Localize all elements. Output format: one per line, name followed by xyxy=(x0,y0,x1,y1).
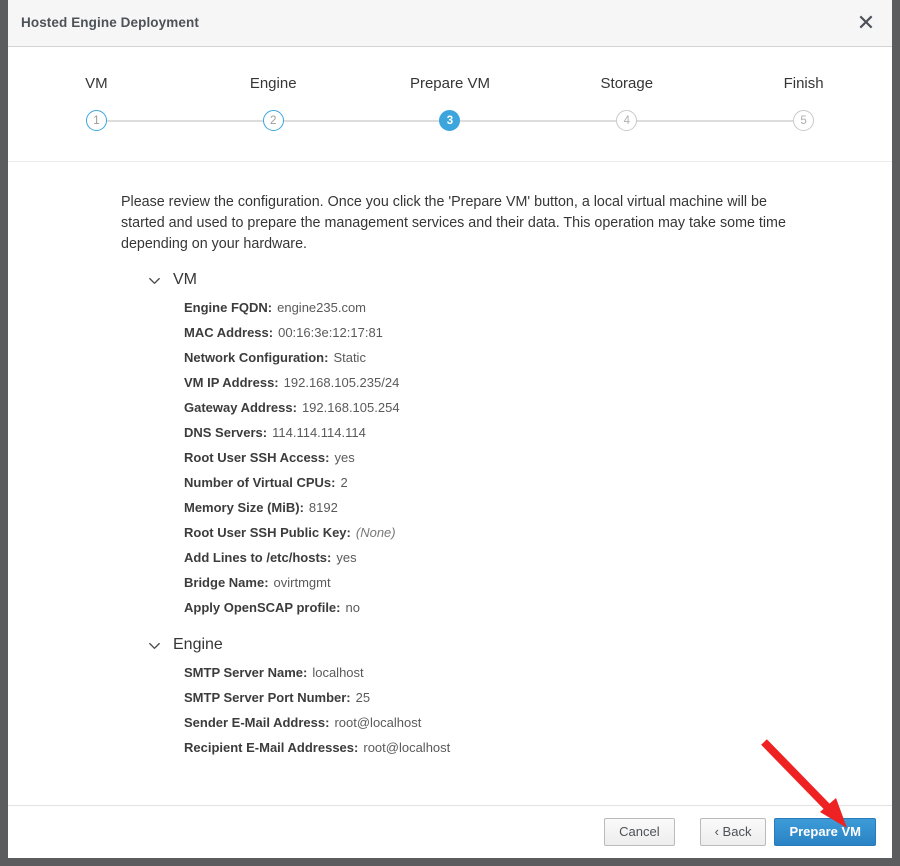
detail-value: root@localhost xyxy=(334,715,422,730)
wizard-step-cell-1: 1 xyxy=(8,110,274,131)
wizard-step-cell-5: 5 xyxy=(715,110,892,131)
detail-value: localhost xyxy=(312,665,364,680)
detail-row: Memory Size (MiB): 8192 xyxy=(184,495,892,520)
window-frame: Hosted Engine Deployment ✕ VM Engine Pre… xyxy=(0,0,900,866)
review-instructions: Please review the configuration. Once yo… xyxy=(121,194,786,252)
section-vm-header[interactable]: VM xyxy=(147,271,892,289)
detail-value: Static xyxy=(333,350,366,365)
detail-value: (None) xyxy=(355,525,396,540)
section-vm-title: VM xyxy=(173,271,197,288)
detail-row: SMTP Server Port Number: 25 xyxy=(184,685,892,710)
section-engine-header[interactable]: Engine xyxy=(147,636,892,654)
section-vm-details: Engine FQDN: engine235.com MAC Address: 00… xyxy=(184,295,892,620)
detail-row: Network Configuration: Static xyxy=(184,345,892,370)
wizard-step-cell-3: 3 xyxy=(362,110,627,131)
detail-row: VM IP Address: 192.168.105.235/24 xyxy=(184,370,892,395)
detail-value: 00:16:3e:12:17:81 xyxy=(278,325,383,340)
detail-label: SMTP Server Port Number: xyxy=(184,690,351,705)
detail-value: engine235.com xyxy=(277,300,367,315)
detail-value: 25 xyxy=(355,690,371,705)
section-vm: VM Engine FQDN: engine235.com MAC Address… xyxy=(147,271,892,620)
cancel-button[interactable]: Cancel xyxy=(604,818,675,846)
detail-label: Gateway Address: xyxy=(184,400,297,415)
wizard-step-circle-storage[interactable]: 4 xyxy=(616,110,638,131)
wizard-step-cell-4: 4 xyxy=(538,110,804,131)
detail-value: 114.114.114.114 xyxy=(272,425,366,440)
detail-label: Engine FQDN: xyxy=(184,300,273,315)
detail-value: ovirtmgmt xyxy=(273,575,331,590)
detail-label: Root User SSH Public Key: xyxy=(184,525,351,540)
detail-label: VM IP Address: xyxy=(184,375,279,390)
detail-value: root@localhost xyxy=(363,740,451,755)
close-icon[interactable]: ✕ xyxy=(852,10,880,38)
detail-value: no xyxy=(345,600,360,615)
wizard-step-label-storage: Storage xyxy=(600,75,654,92)
wizard-step-cell-2: 2 xyxy=(185,110,450,131)
detail-label: MAC Address: xyxy=(184,325,274,340)
detail-value: yes xyxy=(334,450,355,465)
detail-row: Root User SSH Public Key: (None) xyxy=(184,520,892,545)
detail-row: Add Lines to /etc/hosts: yes xyxy=(184,545,892,570)
wizard-step-track: 1 2 3 4 5 xyxy=(8,110,892,131)
wizard-step-circle-engine[interactable]: 2 xyxy=(262,110,284,131)
section-engine-title: Engine xyxy=(173,636,223,653)
wizard-step-label-engine: Engine xyxy=(249,75,297,92)
prepare-vm-button[interactable]: Prepare VM xyxy=(774,818,876,846)
chevron-down-icon xyxy=(147,273,162,288)
detail-label: Number of Virtual CPUs: xyxy=(184,475,336,490)
detail-row: Engine FQDN: engine235.com xyxy=(184,295,892,320)
detail-row: Root User SSH Access: yes xyxy=(184,445,892,470)
detail-row: MAC Address: 00:16:3e:12:17:81 xyxy=(184,320,892,345)
detail-row: Number of Virtual CPUs: 2 xyxy=(184,470,892,495)
back-button[interactable]: ‹ Back xyxy=(699,818,767,846)
detail-value: 2 xyxy=(340,475,348,490)
detail-label: Root User SSH Access: xyxy=(184,450,330,465)
detail-label: Network Configuration: xyxy=(184,350,329,365)
wizard-step-circle-finish[interactable]: 5 xyxy=(793,110,815,131)
hosted-engine-deployment-dialog: Hosted Engine Deployment ✕ VM Engine Pre… xyxy=(8,0,892,858)
detail-label: Add Lines to /etc/hosts: xyxy=(184,550,332,565)
detail-row: Gateway Address: 192.168.105.254 xyxy=(184,395,892,420)
detail-label: DNS Servers: xyxy=(184,425,268,440)
detail-value: 192.168.105.235/24 xyxy=(283,375,400,390)
detail-row: Apply OpenSCAP profile: no xyxy=(184,595,892,620)
detail-label: SMTP Server Name: xyxy=(184,665,308,680)
page-title: Hosted Engine Deployment xyxy=(21,15,199,30)
dialog-footer: Cancel ‹ Back Prepare VM xyxy=(8,805,892,858)
wizard-step-label-finish: Finish xyxy=(783,75,824,92)
detail-row: Sender E-Mail Address: root@localhost xyxy=(184,710,892,735)
detail-label: Apply OpenSCAP profile: xyxy=(184,600,341,615)
detail-row: SMTP Server Name: localhost xyxy=(184,660,892,685)
wizard-steps: VM Engine Prepare VM Storage Finish 1 2 … xyxy=(8,47,892,162)
wizard-step-label-prepare-vm: Prepare VM xyxy=(409,75,491,92)
section-engine-details: SMTP Server Name: localhost SMTP Server P… xyxy=(184,660,892,760)
wizard-step-label-vm: VM xyxy=(85,75,108,92)
detail-row: Bridge Name: ovirtmgmt xyxy=(184,570,892,595)
detail-label: Recipient E-Mail Addresses: xyxy=(184,740,359,755)
wizard-step-labels: VM Engine Prepare VM Storage Finish xyxy=(8,75,892,92)
detail-value: 8192 xyxy=(308,500,338,515)
detail-row: Recipient E-Mail Addresses: root@localhos… xyxy=(184,735,892,760)
dialog-header: Hosted Engine Deployment ✕ xyxy=(8,0,892,47)
chevron-down-icon xyxy=(147,638,162,653)
detail-label: Memory Size (MiB): xyxy=(184,500,304,515)
section-engine: Engine SMTP Server Name: localhost SMTP S… xyxy=(147,636,892,760)
detail-label: Bridge Name: xyxy=(184,575,269,590)
detail-value: yes xyxy=(336,550,357,565)
detail-label: Sender E-Mail Address: xyxy=(184,715,330,730)
dialog-body: Please review the configuration. Once yo… xyxy=(8,162,892,804)
wizard-step-circle-vm[interactable]: 1 xyxy=(85,110,107,131)
wizard-step-circle-prepare-vm[interactable]: 3 xyxy=(439,110,461,131)
detail-row: DNS Servers: 114.114.114.114 xyxy=(184,420,892,445)
detail-value: 192.168.105.254 xyxy=(301,400,400,415)
